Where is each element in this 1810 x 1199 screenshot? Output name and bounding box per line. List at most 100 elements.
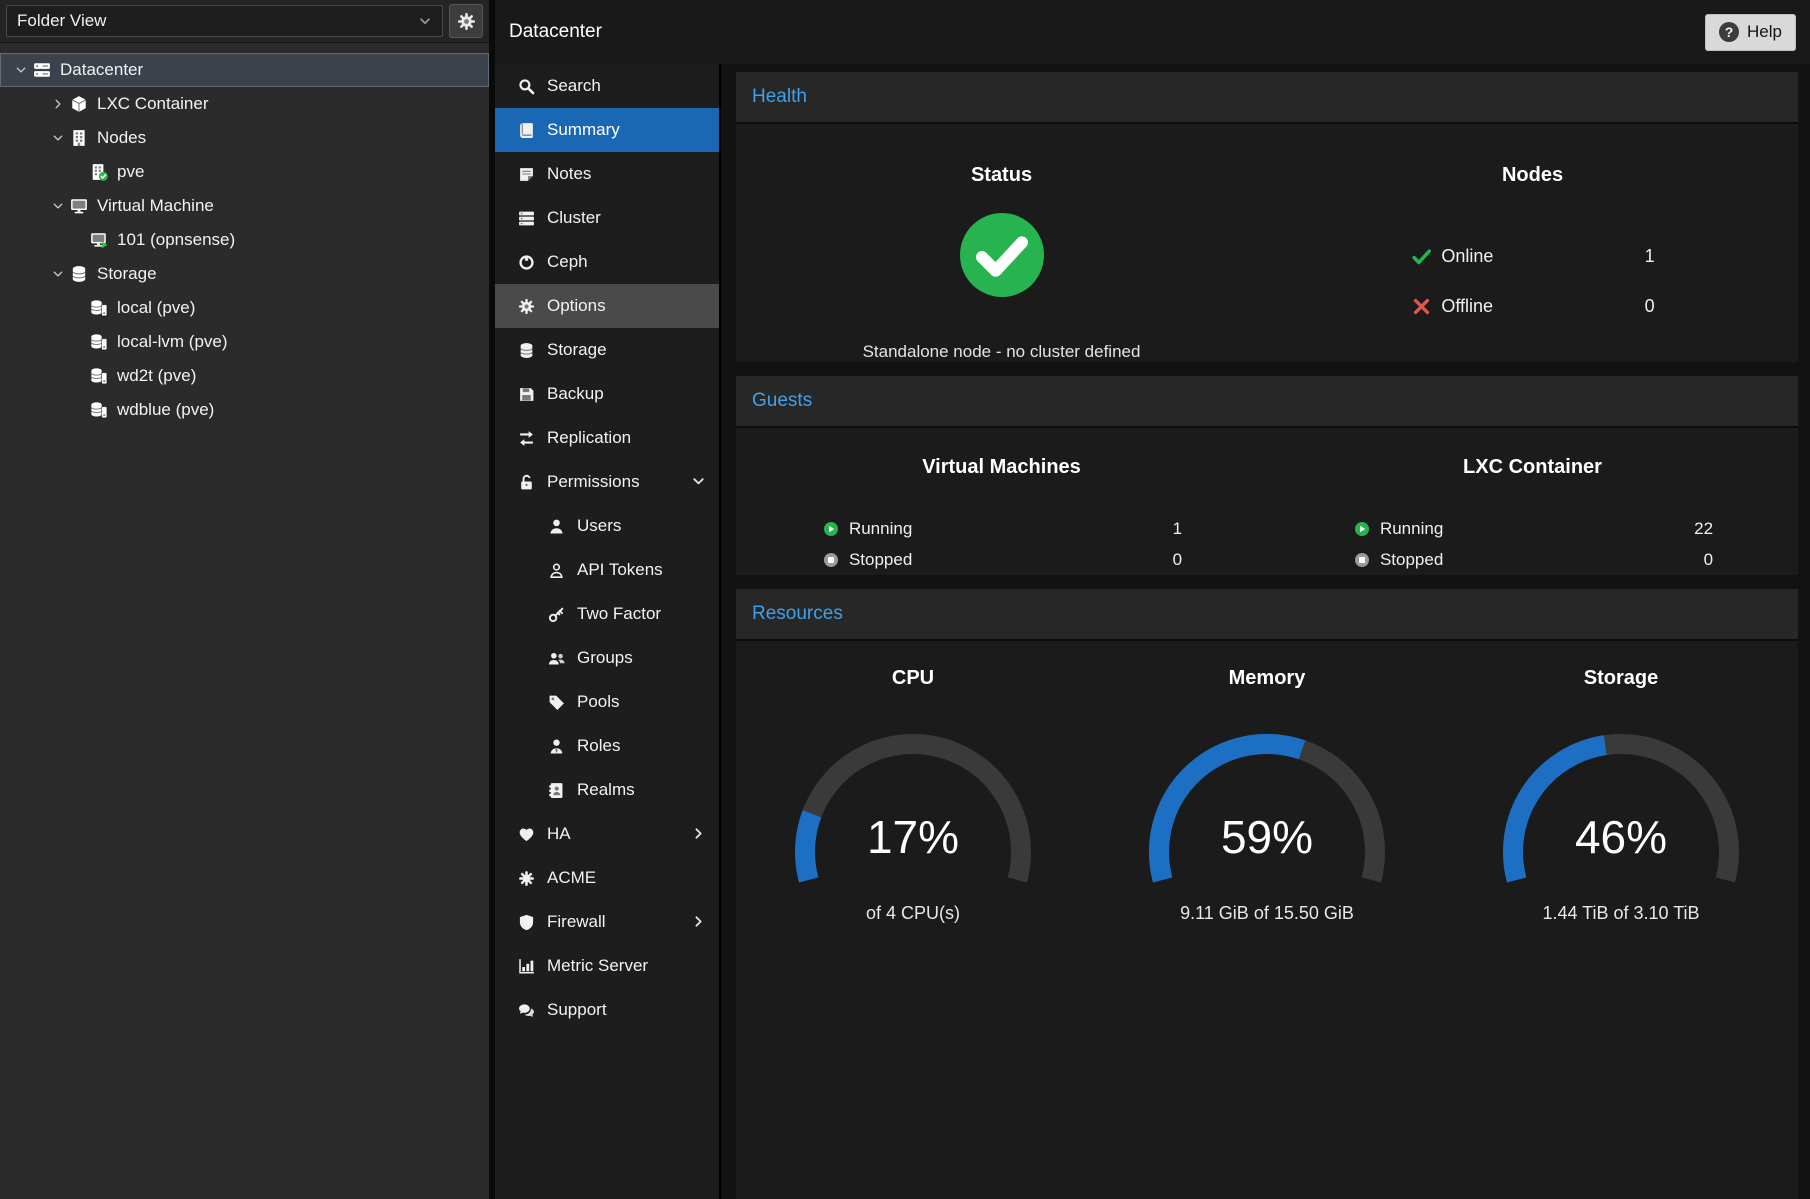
menu-item-backup[interactable]: Backup — [495, 372, 719, 416]
tree-item-label: Nodes — [97, 128, 146, 148]
tree-item-datacenter[interactable]: Datacenter — [0, 53, 489, 87]
menu-item-options[interactable]: Options — [495, 284, 719, 328]
caret-right-icon — [691, 826, 707, 842]
comments-icon — [516, 1001, 536, 1019]
cross-icon — [1410, 296, 1432, 316]
menu-item-label: API Tokens — [577, 560, 663, 580]
tree-item-virtual-machine[interactable]: Virtual Machine — [0, 189, 489, 223]
menu-item-cluster[interactable]: Cluster — [495, 196, 719, 240]
play-circle-icon — [1352, 520, 1372, 537]
tree-item-label: local (pve) — [117, 298, 195, 318]
menu-item-label: Metric Server — [547, 956, 648, 976]
menu-item-replication[interactable]: Replication — [495, 416, 719, 460]
note-icon — [516, 165, 536, 183]
health-panel: Health Status Standalone node - no clust… — [736, 72, 1798, 362]
menu-item-pools[interactable]: Pools — [495, 680, 719, 724]
menu-item-groups[interactable]: Groups — [495, 636, 719, 680]
status-message: Standalone node - no cluster defined — [736, 342, 1267, 362]
menu-item-permissions[interactable]: Permissions — [495, 460, 719, 504]
help-button[interactable]: ? Help — [1705, 14, 1796, 51]
heart-icon — [516, 825, 536, 843]
tree-item-101-opnsense[interactable]: 101 (opnsense) — [0, 223, 489, 257]
vm-value: 0 — [1173, 550, 1182, 570]
folder-view-select[interactable]: Folder View — [6, 5, 443, 37]
nodes-row-online: Online1 — [1410, 231, 1654, 281]
menu-item-search[interactable]: Search — [495, 64, 719, 108]
gauge-dial: 46% — [1471, 720, 1771, 895]
guests-panel: Guests Virtual Machines Running1Stopped0… — [736, 376, 1798, 575]
menu-item-notes[interactable]: Notes — [495, 152, 719, 196]
menu-item-label: ACME — [547, 868, 596, 888]
menu-item-storage[interactable]: Storage — [495, 328, 719, 372]
menu-item-api-tokens[interactable]: API Tokens — [495, 548, 719, 592]
vm-value: 1 — [1173, 519, 1182, 539]
tree-item-wdblue-pve[interactable]: wdblue (pve) — [0, 393, 489, 427]
tree-item-storage[interactable]: Storage — [0, 257, 489, 291]
menu-item-users[interactable]: Users — [495, 504, 719, 548]
stop-circle-icon — [821, 551, 841, 568]
building-check-icon — [88, 163, 109, 181]
lxc-row-stopped: Stopped0 — [1352, 544, 1713, 575]
tree-item-label: 101 (opnsense) — [117, 230, 235, 250]
caret-down-icon[interactable] — [49, 199, 66, 213]
status-heading: Status — [736, 164, 1267, 187]
proxmox-app: Folder View DatacenterLXC Container Nodes… — [0, 0, 1810, 1199]
search-icon — [516, 77, 536, 95]
nodes-heading: Nodes — [1267, 164, 1798, 187]
tree-item-pve[interactable]: pve — [0, 155, 489, 189]
menu-item-label: Replication — [547, 428, 631, 448]
menu-item-two-factor[interactable]: Two Factor — [495, 592, 719, 636]
gauge-arc — [1471, 720, 1771, 895]
sync-arrows-icon — [516, 429, 536, 447]
vm-label: Stopped — [849, 550, 912, 570]
menu-item-label: Firewall — [547, 912, 606, 932]
stop-circle-icon — [1352, 551, 1372, 568]
menu-item-acme[interactable]: ACME — [495, 856, 719, 900]
caret-down-icon[interactable] — [49, 267, 66, 281]
cluster-icon — [516, 209, 536, 227]
nodes-label: Online — [1441, 246, 1493, 267]
tree-item-lxc-container[interactable]: LXC Container — [0, 87, 489, 121]
menu-item-summary[interactable]: Summary — [495, 108, 719, 152]
caret-down-icon — [691, 474, 707, 490]
cube-icon — [68, 95, 89, 113]
database-drive-icon — [88, 333, 109, 351]
menu-item-firewall[interactable]: Firewall — [495, 900, 719, 944]
key-icon — [546, 605, 566, 623]
caret-down-icon[interactable] — [12, 63, 29, 77]
right-region: Datacenter ? Help SearchSummaryNotesClus… — [495, 0, 1810, 1199]
gauge-percent: 46% — [1471, 814, 1771, 860]
bar-chart-icon — [516, 957, 536, 975]
menu-item-metric-server[interactable]: Metric Server — [495, 944, 719, 988]
database-icon — [516, 341, 536, 359]
caret-right-icon[interactable] — [49, 97, 66, 111]
tree-item-local-pve[interactable]: local (pve) — [0, 291, 489, 325]
resource-tree: DatacenterLXC Container Nodes pveVirtual M… — [0, 43, 489, 427]
menu-item-label: Notes — [547, 164, 591, 184]
menu-item-support[interactable]: Support — [495, 988, 719, 1032]
user-icon — [546, 517, 566, 535]
building-icon — [68, 129, 89, 147]
menu-item-ha[interactable]: HA — [495, 812, 719, 856]
caret-down-icon[interactable] — [49, 131, 66, 145]
menu-item-realms[interactable]: Realms — [495, 768, 719, 812]
menu-item-roles[interactable]: Roles — [495, 724, 719, 768]
tree-item-local-lvm-pve[interactable]: local-lvm (pve) — [0, 325, 489, 359]
gear-icon — [516, 297, 536, 315]
gauge-dial: 17% — [763, 720, 1063, 895]
menu-item-label: Options — [547, 296, 606, 316]
database-drive-icon — [88, 299, 109, 317]
chevron-down-icon — [418, 14, 432, 28]
check-icon — [1410, 246, 1432, 266]
tree-item-nodes[interactable]: Nodes — [0, 121, 489, 155]
menu-item-label: Roles — [577, 736, 620, 756]
tree-item-wd2t-pve[interactable]: wd2t (pve) — [0, 359, 489, 393]
menu-item-ceph[interactable]: Ceph — [495, 240, 719, 284]
resources-panel-title: Resources — [752, 603, 843, 625]
tree-settings-gear-button[interactable] — [449, 4, 483, 38]
user-outline-icon — [546, 561, 566, 579]
guests-panel-body: Virtual Machines Running1Stopped0 LXC Co… — [736, 428, 1798, 575]
guests-panel-header: Guests — [736, 376, 1798, 428]
gauge-arc — [1117, 720, 1417, 895]
ceph-icon — [516, 253, 536, 271]
